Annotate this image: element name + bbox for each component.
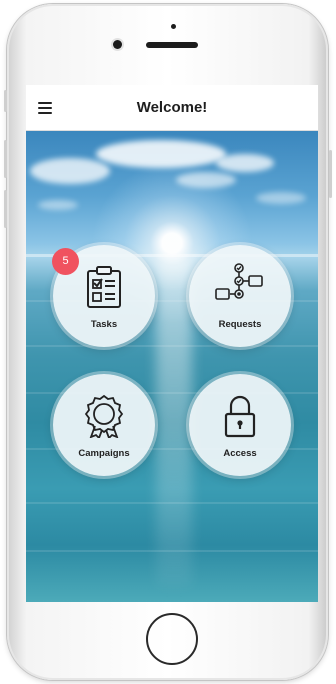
padlock-icon — [224, 395, 256, 438]
app-screen: Welcome! — [26, 85, 318, 602]
home-button[interactable] — [146, 613, 198, 665]
ocean-background-image — [26, 130, 318, 602]
workflow-process-icon — [215, 263, 263, 300]
mute-switch — [4, 90, 7, 112]
award-ribbon-icon — [84, 394, 124, 438]
tasks-label: Tasks — [90, 319, 118, 330]
power-button — [329, 150, 332, 198]
tasks-count-badge: 5 — [52, 248, 79, 275]
volume-down-button — [4, 190, 7, 228]
requests-tile[interactable]: Requests — [189, 245, 291, 347]
access-tile[interactable]: Access — [189, 374, 291, 476]
volume-up-button — [4, 140, 7, 178]
campaigns-label: Campaigns — [78, 448, 130, 459]
page-title: Welcome! — [136, 99, 208, 116]
proximity-sensor — [171, 24, 176, 29]
requests-label: Requests — [218, 319, 262, 330]
front-camera — [113, 40, 122, 49]
clipboard-checklist-icon — [87, 266, 121, 308]
app-header: Welcome! — [26, 85, 318, 131]
campaigns-tile[interactable]: Campaigns — [53, 374, 155, 476]
access-label: Access — [223, 448, 257, 459]
earpiece-speaker — [146, 42, 198, 48]
